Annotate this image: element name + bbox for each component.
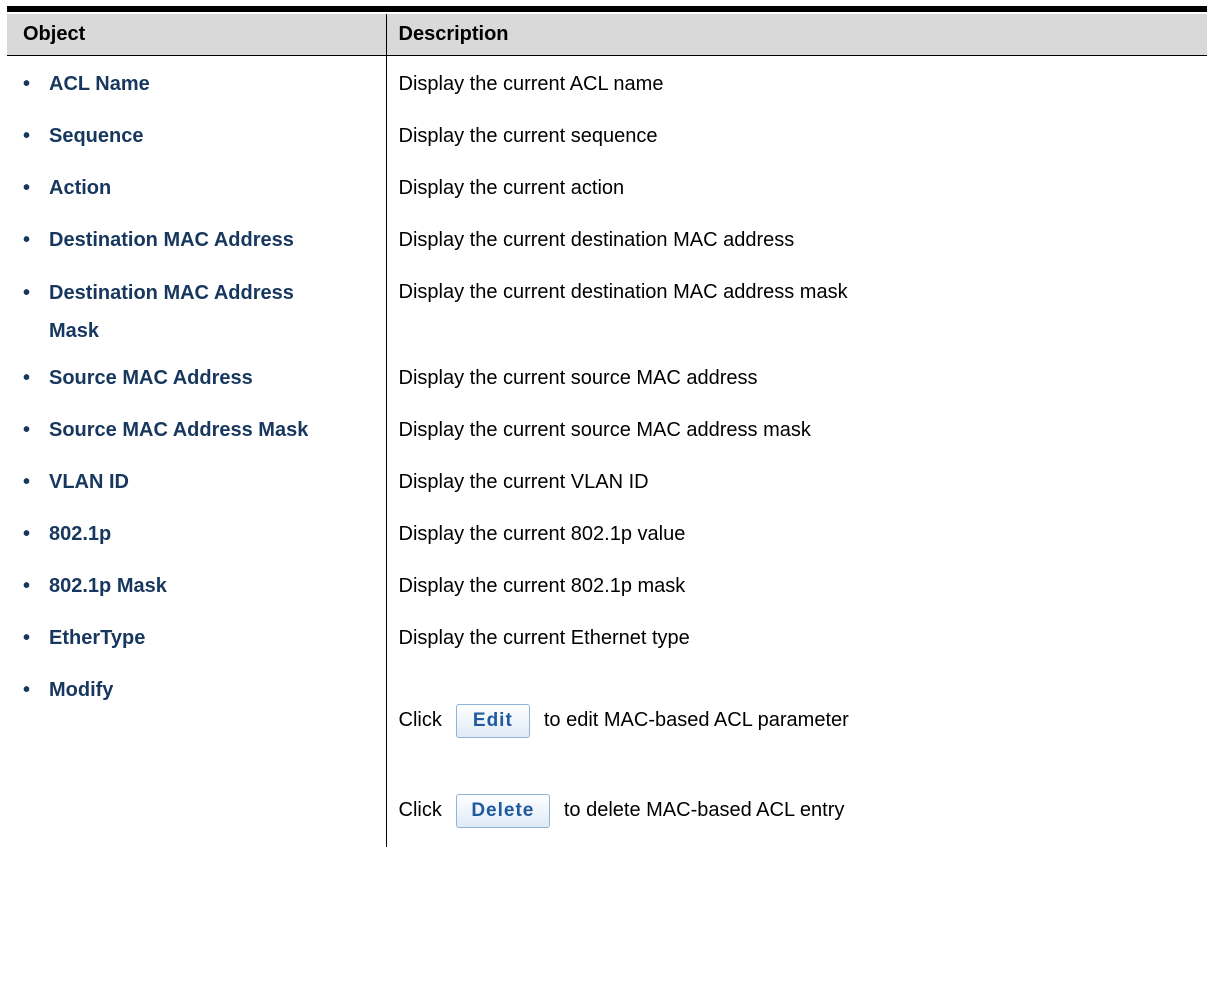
- table-row: • EtherType Display the current Ethernet …: [7, 609, 1207, 662]
- edit-instruction: Click Edit to edit MAC-based ACL paramet…: [399, 692, 1208, 750]
- table-row: • Sequence Display the current sequence: [7, 107, 1207, 160]
- object-label: Action: [49, 176, 112, 199]
- object-label-line1: Destination MAC Address: [49, 281, 294, 304]
- delete-instruction: Click Delete to delete MAC-based ACL ent…: [399, 782, 1208, 840]
- object-label: Destination MAC Address: [49, 228, 294, 251]
- table-row: • Source MAC Address Display the current …: [7, 349, 1207, 402]
- description-text: Display the current destination MAC addr…: [398, 280, 848, 303]
- object-label: Sequence: [49, 124, 144, 147]
- object-label: VLAN ID: [49, 470, 129, 493]
- object-label: Source MAC Address Mask: [49, 418, 309, 441]
- description-text: Display the current VLAN ID: [398, 470, 649, 493]
- table-header-row: Object Description: [7, 14, 1207, 56]
- bullet-icon: •: [23, 366, 31, 389]
- header-object: Object: [7, 14, 386, 56]
- bullet-icon: •: [23, 522, 31, 545]
- bullet-icon: •: [23, 678, 31, 701]
- delete-prefix: Click: [398, 799, 442, 821]
- bullet-icon: •: [23, 574, 31, 597]
- edit-suffix: to edit MAC-based ACL parameter: [543, 709, 849, 731]
- object-label: EtherType: [49, 626, 146, 649]
- description-text: Display the current Ethernet type: [398, 626, 690, 649]
- edit-prefix: Click: [398, 709, 442, 731]
- edit-button[interactable]: Edit: [455, 703, 530, 738]
- object-label: 802.1p: [49, 522, 112, 545]
- table-row-modify: • Modify Click Edit to edit MAC-based ACL…: [7, 661, 1208, 847]
- object-label: Modify: [49, 678, 114, 701]
- description-text: Display the current 802.1p mask: [398, 574, 686, 597]
- table-row: • Destination MAC Address Mask Display the…: [7, 263, 1207, 350]
- document-content: Object Description • ACL Name Display the…: [7, 6, 1207, 847]
- object-label: 802.1p Mask: [49, 574, 167, 597]
- bullet-icon: •: [23, 418, 31, 441]
- bullet-icon: •: [23, 73, 31, 95]
- bullet-icon: •: [23, 470, 31, 493]
- table-row: • 802.1p Mask Display the current 802.1p …: [7, 557, 1207, 610]
- delete-button[interactable]: Delete: [455, 793, 550, 828]
- top-rule: [7, 6, 1207, 12]
- bullet-icon: •: [23, 281, 31, 304]
- description-text: Display the current 802.1p value: [398, 522, 686, 545]
- object-label: ACL Name: [49, 73, 150, 95]
- description-text: Display the current sequence: [398, 124, 658, 147]
- table-row: • Action Display the current action: [7, 159, 1207, 212]
- table-row: • Source MAC Address Mask Display the cur…: [7, 401, 1207, 454]
- table-row: • VLAN ID Display the current VLAN ID: [7, 453, 1207, 506]
- description-text: Display the current source MAC address: [398, 366, 758, 389]
- table-row: • Destination MAC Address Display the cur…: [7, 211, 1207, 264]
- bullet-icon: •: [23, 176, 31, 199]
- bullet-icon: •: [23, 228, 31, 251]
- object-label: Source MAC Address: [49, 366, 253, 389]
- description-text: Display the current ACL name: [398, 73, 664, 95]
- bullet-icon: •: [23, 124, 31, 147]
- object-label: Destination MAC Address Mask: [49, 274, 294, 350]
- description-text: Display the current action: [398, 176, 625, 199]
- object-description-table: Object Description • ACL Name Display the…: [7, 14, 1207, 847]
- bullet-icon: •: [23, 626, 31, 649]
- header-description: Description: [385, 14, 1207, 56]
- table-row: • 802.1p Display the current 802.1p value: [7, 505, 1207, 558]
- description-text: Display the current source MAC address m…: [398, 418, 811, 441]
- object-label-line2: Mask: [49, 319, 100, 342]
- delete-suffix: to delete MAC-based ACL entry: [563, 799, 845, 821]
- description-text: Display the current destination MAC addr…: [398, 228, 795, 251]
- table-row: • ACL Name Display the current ACL name: [7, 55, 1207, 108]
